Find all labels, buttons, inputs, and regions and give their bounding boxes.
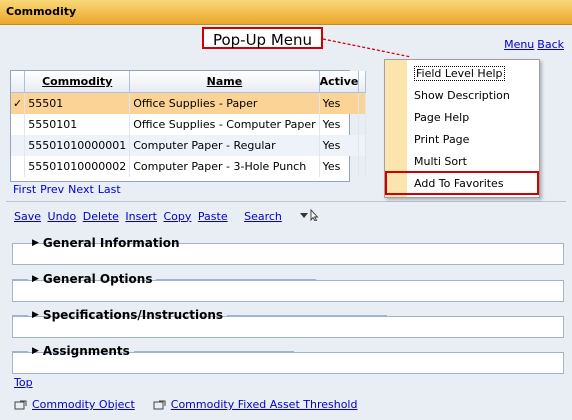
- cell-commodity: 55501010000001: [24, 135, 131, 156]
- back-link[interactable]: Back: [537, 38, 564, 51]
- toolbar: Save Undo Delete Insert Copy Paste Searc…: [14, 208, 320, 224]
- divider: [6, 201, 566, 202]
- pager-next[interactable]: Next: [68, 183, 94, 196]
- column-header-filler: [358, 71, 367, 93]
- top-link[interactable]: Top: [14, 376, 33, 389]
- table-row[interactable]: 55501010000001 Computer Paper - Regular …: [11, 135, 367, 156]
- title-bar: Commodity: [0, 0, 572, 25]
- window-title: Commodity: [6, 5, 77, 18]
- commodity-fixed-asset-link[interactable]: Commodity Fixed Asset Threshold: [171, 398, 358, 411]
- search-link[interactable]: Search: [244, 210, 282, 223]
- popup-menu-callout: Pop-Up Menu: [202, 27, 323, 49]
- expand-arrow-icon: ▶: [32, 346, 39, 356]
- menu-item-show-description[interactable]: Show Description: [414, 89, 510, 102]
- cursor-pointer-icon[interactable]: [298, 208, 320, 224]
- menu-item-field-level-help[interactable]: Field Level Help: [414, 66, 505, 81]
- paste-link[interactable]: Paste: [198, 210, 228, 223]
- column-header-active[interactable]: Active: [319, 71, 360, 93]
- undo-link[interactable]: Undo: [48, 210, 77, 223]
- pager-first[interactable]: First: [13, 183, 36, 196]
- table-row[interactable]: ✓ 55501 Office Supplies - Paper Yes: [11, 92, 367, 114]
- column-header-commodity[interactable]: Commodity: [24, 71, 131, 93]
- cell-commodity: 5550101: [24, 114, 131, 135]
- insert-link[interactable]: Insert: [125, 210, 157, 223]
- save-link[interactable]: Save: [14, 210, 41, 223]
- column-header-name[interactable]: Name: [129, 71, 320, 93]
- cell-name: Computer Paper - Regular: [129, 135, 320, 156]
- pager-prev[interactable]: Prev: [40, 183, 64, 196]
- cell-name: Office Supplies - Paper: [129, 92, 320, 114]
- copy-link[interactable]: Copy: [163, 210, 191, 223]
- external-link-icon: [153, 400, 166, 409]
- top-nav: Menu Back: [501, 38, 564, 51]
- callout-connector: [323, 38, 412, 58]
- commodity-object-link[interactable]: Commodity Object: [32, 398, 135, 411]
- menu-link[interactable]: Menu: [504, 38, 534, 51]
- cell-name: Computer Paper - 3-Hole Punch: [129, 156, 320, 177]
- pager: First Prev Next Last: [13, 183, 125, 196]
- popup-menu: Field Level Help Show Description Page H…: [384, 59, 540, 198]
- section-header-specifications[interactable]: ▶ Specifications/Instructions: [12, 308, 388, 322]
- cell-active: Yes: [319, 156, 360, 177]
- section-header-assignments[interactable]: ▶ Assignments: [12, 344, 294, 358]
- commodity-object-item[interactable]: Commodity Object: [14, 398, 135, 411]
- cell-commodity: 55501010000002: [24, 156, 131, 177]
- menu-item-page-help[interactable]: Page Help: [414, 111, 469, 124]
- expand-arrow-icon: ▶: [32, 274, 39, 284]
- menu-item-multi-sort[interactable]: Multi Sort: [414, 155, 467, 168]
- expand-arrow-icon: ▶: [32, 238, 39, 248]
- commodity-fixed-asset-item[interactable]: Commodity Fixed Asset Threshold: [153, 398, 358, 411]
- menu-item-add-to-favorites[interactable]: Add To Favorites: [414, 177, 504, 190]
- footer-links: Commodity Object Commodity Fixed Asset T…: [14, 398, 357, 411]
- delete-link[interactable]: Delete: [83, 210, 119, 223]
- select-column-header: [11, 71, 26, 93]
- section-header-general-options[interactable]: ▶ General Options: [12, 272, 317, 286]
- table-row[interactable]: 55501010000002 Computer Paper - 3-Hole P…: [11, 156, 367, 177]
- table-row[interactable]: 5550101 Office Supplies - Computer Paper…: [11, 114, 367, 135]
- commodity-grid: Commodity Name Active ✓ 55501 Office Sup…: [10, 70, 367, 182]
- menu-item-print-page[interactable]: Print Page: [414, 133, 469, 146]
- cell-active: Yes: [319, 92, 360, 114]
- cell-active: Yes: [319, 135, 360, 156]
- cell-name: Office Supplies - Computer Paper: [129, 114, 320, 135]
- expand-arrow-icon: ▶: [32, 310, 39, 320]
- cell-commodity: 55501: [24, 92, 131, 114]
- cell-active: Yes: [319, 114, 360, 135]
- checkmark-icon: ✓: [11, 92, 26, 114]
- external-link-icon: [14, 400, 27, 409]
- section-header-general-information[interactable]: ▶ General Information: [12, 236, 344, 250]
- pager-last[interactable]: Last: [98, 183, 121, 196]
